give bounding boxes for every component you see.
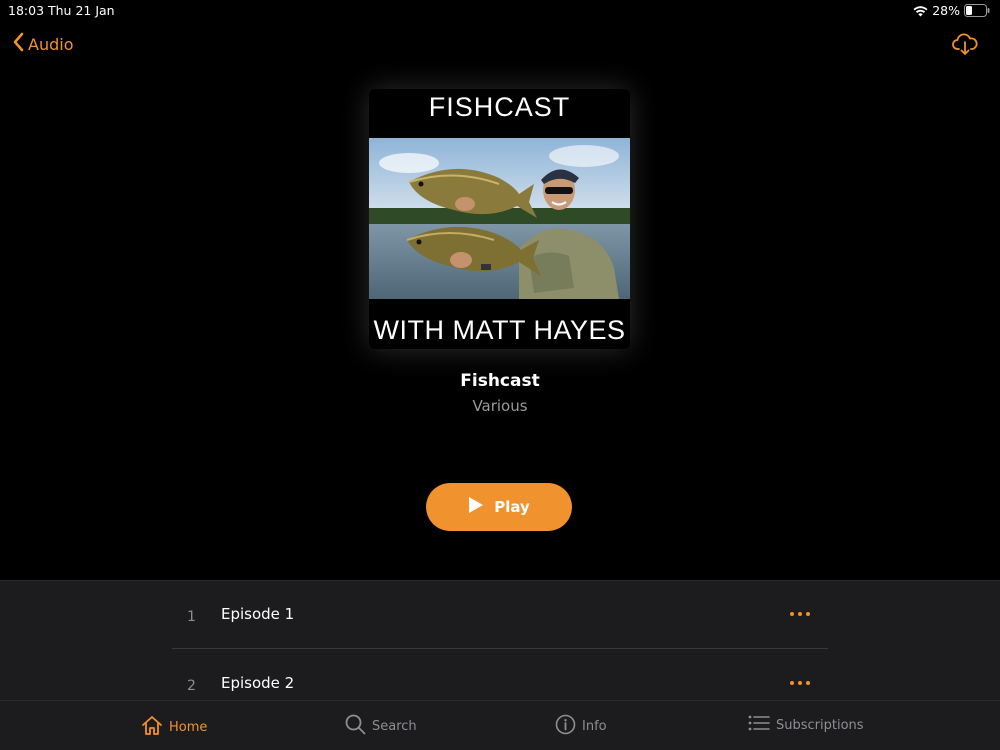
list-icon — [748, 714, 770, 736]
podcast-artwork: FISHCAST WITH MATT HAYES — [369, 89, 630, 349]
status-date: Thu 21 Jan — [48, 3, 115, 18]
back-button[interactable]: Audio — [12, 32, 73, 56]
tab-search[interactable]: Search — [345, 714, 417, 739]
status-time: 18:03 — [8, 3, 45, 18]
episode-row[interactable]: 1 Episode 1 — [172, 581, 828, 649]
play-icon — [468, 496, 484, 518]
artwork-title-bottom: WITH MATT HAYES — [373, 315, 626, 345]
play-button[interactable]: Play — [426, 483, 572, 531]
back-label: Audio — [28, 34, 74, 54]
battery-percent: 28% — [932, 3, 960, 18]
search-icon — [345, 714, 366, 739]
battery-icon — [964, 4, 990, 17]
status-indicators: 28% — [913, 3, 990, 18]
episode-number: 1 — [187, 609, 196, 625]
more-options-icon[interactable] — [790, 676, 814, 690]
podcast-title: Fishcast — [460, 371, 540, 391]
more-options-icon[interactable] — [790, 607, 814, 621]
download-button[interactable] — [952, 31, 978, 61]
podcast-author: Various — [472, 397, 528, 415]
wifi-icon — [913, 5, 928, 17]
episode-title: Episode 2 — [221, 674, 295, 692]
tab-subscriptions-label: Subscriptions — [776, 717, 864, 733]
episode-number: 2 — [187, 678, 196, 694]
home-icon — [141, 714, 163, 740]
tab-search-label: Search — [372, 719, 417, 734]
tab-home-label: Home — [169, 719, 208, 735]
tab-info-label: Info — [582, 719, 607, 734]
tab-info[interactable]: Info — [555, 714, 607, 739]
artwork-title-top: FISHCAST — [428, 92, 571, 122]
tab-bar: Home Search Info Subscriptions — [0, 700, 1000, 750]
info-icon — [555, 714, 576, 739]
play-label: Play — [494, 498, 530, 516]
artwork-photo — [369, 138, 630, 299]
episode-title: Episode 1 — [221, 605, 295, 623]
episode-list: 1 Episode 1 2 Episode 2 — [0, 580, 1000, 700]
cloud-download-icon — [952, 33, 978, 61]
tab-subscriptions[interactable]: Subscriptions — [748, 714, 864, 736]
status-bar: 18:03 Thu 21 Jan 28% — [0, 0, 1000, 22]
tab-home[interactable]: Home — [141, 714, 207, 740]
chevron-left-icon — [12, 32, 24, 56]
